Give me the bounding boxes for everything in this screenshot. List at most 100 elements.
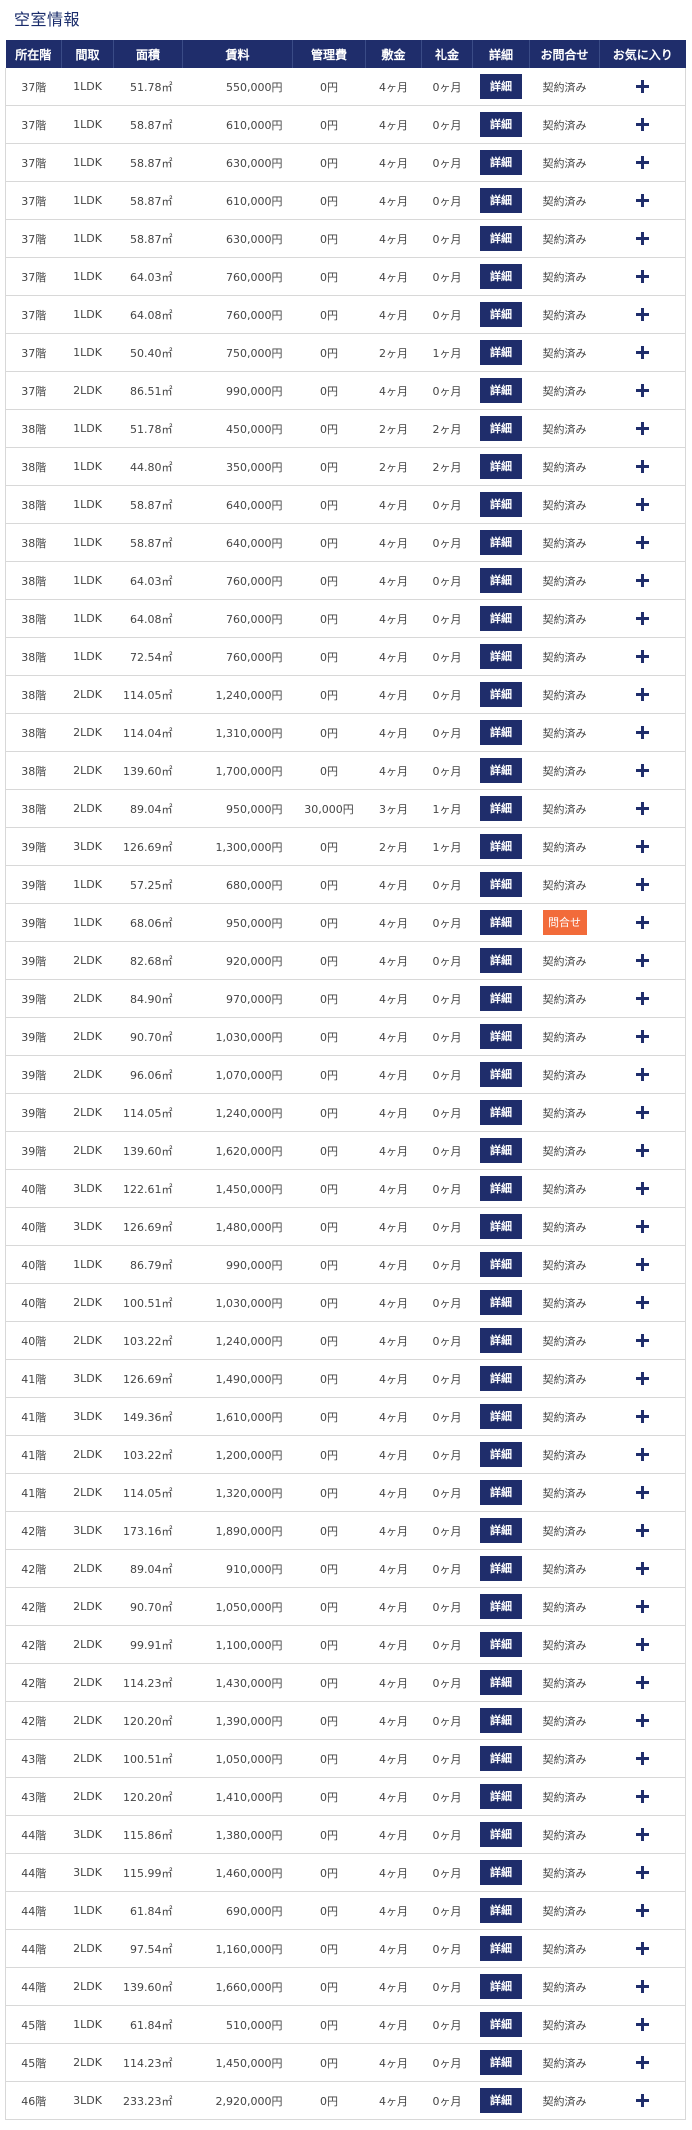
plus-icon[interactable] <box>635 1296 649 1310</box>
detail-button[interactable]: 詳細 <box>480 530 522 555</box>
plus-icon[interactable] <box>635 1334 649 1348</box>
detail-button[interactable]: 詳細 <box>480 1024 522 1049</box>
detail-button[interactable]: 詳細 <box>480 302 522 327</box>
plus-icon[interactable] <box>635 1524 649 1538</box>
detail-button[interactable]: 詳細 <box>480 1138 522 1163</box>
plus-icon[interactable] <box>635 1030 649 1044</box>
detail-button[interactable]: 詳細 <box>480 264 522 289</box>
plus-icon[interactable] <box>635 1372 649 1386</box>
plus-icon[interactable] <box>635 308 649 322</box>
plus-icon[interactable] <box>635 2056 649 2070</box>
detail-button[interactable]: 詳細 <box>480 1214 522 1239</box>
detail-button[interactable]: 詳細 <box>480 1176 522 1201</box>
detail-button[interactable]: 詳細 <box>480 1784 522 1809</box>
detail-button[interactable]: 詳細 <box>480 1252 522 1277</box>
detail-button[interactable]: 詳細 <box>480 1898 522 1923</box>
plus-icon[interactable] <box>635 232 649 246</box>
detail-button[interactable]: 詳細 <box>480 1670 522 1695</box>
detail-button[interactable]: 詳細 <box>480 720 522 745</box>
plus-icon[interactable] <box>635 346 649 360</box>
plus-icon[interactable] <box>635 80 649 94</box>
plus-icon[interactable] <box>635 498 649 512</box>
plus-icon[interactable] <box>635 688 649 702</box>
plus-icon[interactable] <box>635 878 649 892</box>
detail-button[interactable]: 詳細 <box>480 1328 522 1353</box>
detail-button[interactable]: 詳細 <box>480 1556 522 1581</box>
detail-button[interactable]: 詳細 <box>480 340 522 365</box>
plus-icon[interactable] <box>635 1980 649 1994</box>
detail-button[interactable]: 詳細 <box>480 1822 522 1847</box>
detail-button[interactable]: 詳細 <box>480 1860 522 1885</box>
plus-icon[interactable] <box>635 536 649 550</box>
detail-button[interactable]: 詳細 <box>480 2088 522 2113</box>
plus-icon[interactable] <box>635 1752 649 1766</box>
detail-button[interactable]: 詳細 <box>480 1936 522 1961</box>
plus-icon[interactable] <box>635 270 649 284</box>
plus-icon[interactable] <box>635 2018 649 2032</box>
plus-icon[interactable] <box>635 1182 649 1196</box>
detail-button[interactable]: 詳細 <box>480 872 522 897</box>
detail-button[interactable]: 詳細 <box>480 1974 522 1999</box>
plus-icon[interactable] <box>635 612 649 626</box>
detail-button[interactable]: 詳細 <box>480 1708 522 1733</box>
plus-icon[interactable] <box>635 650 649 664</box>
detail-button[interactable]: 詳細 <box>480 1062 522 1087</box>
plus-icon[interactable] <box>635 1714 649 1728</box>
plus-icon[interactable] <box>635 422 649 436</box>
detail-button[interactable]: 詳細 <box>480 2050 522 2075</box>
plus-icon[interactable] <box>635 840 649 854</box>
plus-icon[interactable] <box>635 764 649 778</box>
plus-icon[interactable] <box>635 194 649 208</box>
detail-button[interactable]: 詳細 <box>480 1290 522 1315</box>
detail-button[interactable]: 詳細 <box>480 188 522 213</box>
detail-button[interactable]: 詳細 <box>480 226 522 251</box>
detail-button[interactable]: 詳細 <box>480 568 522 593</box>
detail-button[interactable]: 詳細 <box>480 682 522 707</box>
plus-icon[interactable] <box>635 574 649 588</box>
plus-icon[interactable] <box>635 118 649 132</box>
detail-button[interactable]: 詳細 <box>480 112 522 137</box>
detail-button[interactable]: 詳細 <box>480 1404 522 1429</box>
inquiry-button[interactable]: 問合せ <box>542 910 587 935</box>
plus-icon[interactable] <box>635 992 649 1006</box>
detail-button[interactable]: 詳細 <box>480 758 522 783</box>
plus-icon[interactable] <box>635 156 649 170</box>
detail-button[interactable]: 詳細 <box>480 74 522 99</box>
detail-button[interactable]: 詳細 <box>480 416 522 441</box>
detail-button[interactable]: 詳細 <box>480 1594 522 1619</box>
detail-button[interactable]: 詳細 <box>480 606 522 631</box>
plus-icon[interactable] <box>635 916 649 930</box>
plus-icon[interactable] <box>635 2094 649 2108</box>
detail-button[interactable]: 詳細 <box>480 644 522 669</box>
detail-button[interactable]: 詳細 <box>480 1100 522 1125</box>
plus-icon[interactable] <box>635 1676 649 1690</box>
plus-icon[interactable] <box>635 1904 649 1918</box>
detail-button[interactable]: 詳細 <box>480 1746 522 1771</box>
detail-button[interactable]: 詳細 <box>480 150 522 175</box>
plus-icon[interactable] <box>635 802 649 816</box>
detail-button[interactable]: 詳細 <box>480 796 522 821</box>
plus-icon[interactable] <box>635 1866 649 1880</box>
plus-icon[interactable] <box>635 1486 649 1500</box>
detail-button[interactable]: 詳細 <box>480 492 522 517</box>
detail-button[interactable]: 詳細 <box>480 986 522 1011</box>
plus-icon[interactable] <box>635 1638 649 1652</box>
plus-icon[interactable] <box>635 1942 649 1956</box>
plus-icon[interactable] <box>635 954 649 968</box>
plus-icon[interactable] <box>635 1144 649 1158</box>
detail-button[interactable]: 詳細 <box>480 454 522 479</box>
plus-icon[interactable] <box>635 1828 649 1842</box>
detail-button[interactable]: 詳細 <box>480 834 522 859</box>
plus-icon[interactable] <box>635 1220 649 1234</box>
detail-button[interactable]: 詳細 <box>480 1518 522 1543</box>
plus-icon[interactable] <box>635 1600 649 1614</box>
detail-button[interactable]: 詳細 <box>480 948 522 973</box>
detail-button[interactable]: 詳細 <box>480 1442 522 1467</box>
plus-icon[interactable] <box>635 1068 649 1082</box>
plus-icon[interactable] <box>635 460 649 474</box>
plus-icon[interactable] <box>635 1790 649 1804</box>
plus-icon[interactable] <box>635 1258 649 1272</box>
plus-icon[interactable] <box>635 1106 649 1120</box>
detail-button[interactable]: 詳細 <box>480 1366 522 1391</box>
plus-icon[interactable] <box>635 1448 649 1462</box>
